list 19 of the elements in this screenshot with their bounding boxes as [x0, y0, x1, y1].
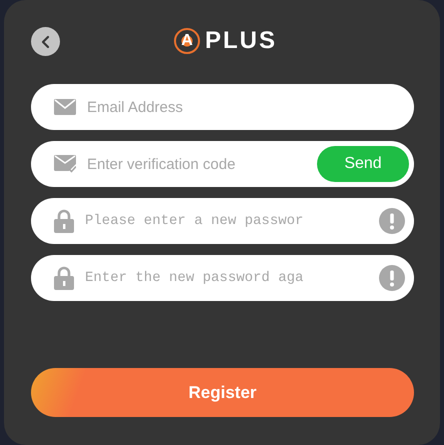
text-input[interactable]: Please enter a new passwor [85, 213, 379, 229]
text-input[interactable]: Email Address [87, 98, 409, 116]
envelope-check-icon [54, 155, 76, 173]
input-field[interactable]: Enter verification code Send [31, 141, 414, 187]
text-input[interactable]: Enter verification code [87, 156, 317, 172]
envelope-icon [54, 99, 76, 115]
register-button[interactable]: Register [31, 368, 414, 417]
input-field[interactable]: Email Address [31, 84, 414, 130]
send-button[interactable]: Send [317, 146, 409, 182]
back-button[interactable] [31, 27, 60, 56]
lock-icon [54, 209, 74, 233]
logo-mark: A [174, 28, 200, 54]
input-field[interactable]: Enter the new password aga [31, 255, 414, 301]
text-input[interactable]: Enter the new password aga [85, 270, 379, 286]
exclamation-icon [379, 265, 405, 291]
logo-text: PLUS [204, 27, 277, 55]
exclamation-icon [379, 208, 405, 234]
input-field[interactable]: Please enter a new passwor [31, 198, 414, 244]
lock-icon [54, 266, 74, 290]
